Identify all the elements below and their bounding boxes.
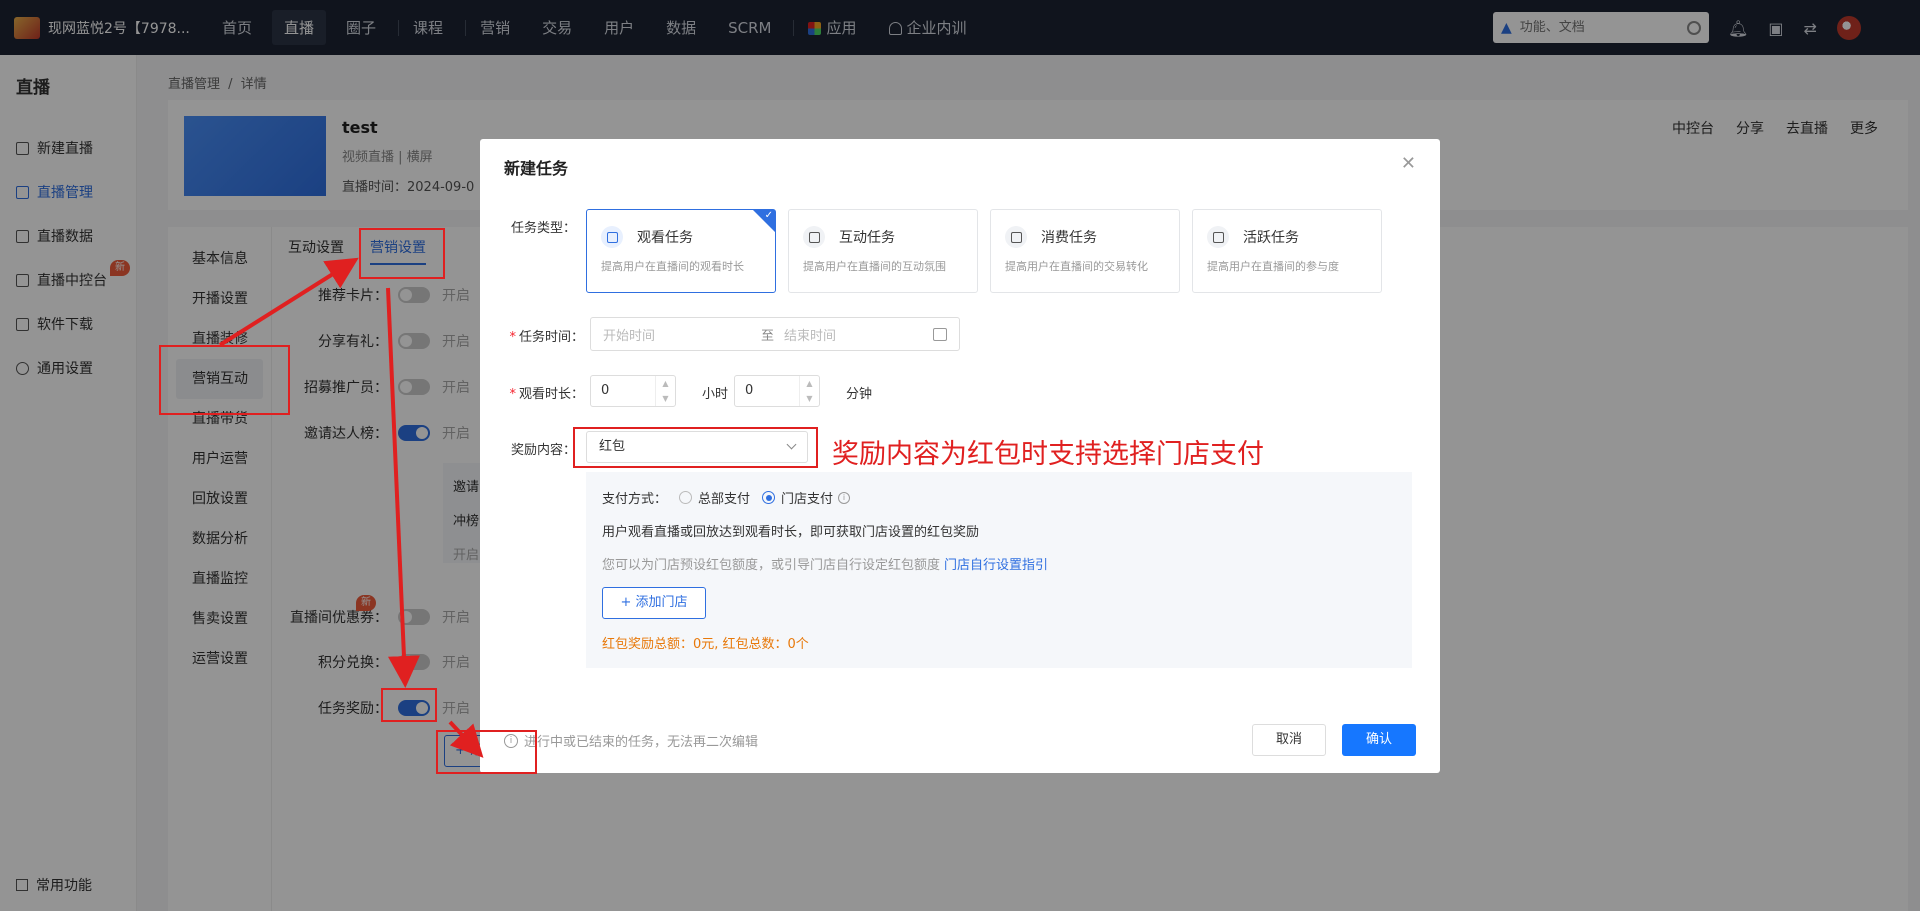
range-sep: 至 xyxy=(761,328,775,344)
annotation-box-add xyxy=(436,730,537,774)
reward-totals: 红包奖励总额：0元, 红包总数：0个 xyxy=(602,637,809,652)
pay-hq-radio[interactable] xyxy=(679,491,693,504)
hours-unit: 小时 xyxy=(702,387,729,402)
check-icon: ✓ xyxy=(764,210,773,221)
chat-icon xyxy=(803,226,825,248)
play-icon xyxy=(601,226,623,248)
pay-store-label[interactable]: 门店支付 xyxy=(781,488,833,507)
task-type-active[interactable]: 活跃任务 提高用户在直播间的参与度 xyxy=(1192,209,1382,293)
store-guide-link[interactable]: 门店自行设置指引 xyxy=(944,558,1048,573)
task-type-name: 消费任务 xyxy=(1041,230,1097,246)
annotation-text: 奖励内容为红包时支持选择门店支付 xyxy=(832,439,1264,470)
annotation-box-marketing-tab xyxy=(359,228,445,279)
flame-icon xyxy=(1207,226,1229,248)
receipt-icon xyxy=(1005,226,1027,248)
hours-input[interactable]: 0 ▲ ▼ xyxy=(590,375,676,407)
task-type-name: 互动任务 xyxy=(839,230,895,246)
close-icon[interactable]: ✕ xyxy=(1401,153,1416,174)
add-store-button[interactable]: + 添加门店 xyxy=(602,587,706,619)
reward-hint: 您可以为门店预设红包额度，或引导门店自行设定红包额度 门店自行设置指引 xyxy=(602,558,1049,573)
task-type-name: 观看任务 xyxy=(637,230,693,246)
reward-label: 奖励内容： xyxy=(510,443,576,458)
annotation-box-reward xyxy=(573,427,818,468)
task-type-desc: 提高用户在直播间的交易转化 xyxy=(1005,260,1148,273)
reward-config-panel: 支付方式： 总部支付 门店支付 i 用户观看直播或回放达到观看时长，即可获取门店… xyxy=(586,472,1412,668)
modal-title: 新建任务 xyxy=(504,159,569,178)
pay-method-row: 支付方式： 总部支付 门店支付 i xyxy=(602,488,1396,507)
cancel-button[interactable]: 取消 xyxy=(1252,724,1326,756)
task-time-label: * 任务时间： xyxy=(509,330,584,345)
task-type-consume[interactable]: 消费任务 提高用户在直播间的交易转化 xyxy=(990,209,1180,293)
task-type-label: 任务类型： xyxy=(510,221,576,236)
minutes-unit: 分钟 xyxy=(846,387,873,402)
reward-desc: 用户观看直播或回放达到观看时长，即可获取门店设置的红包奖励 xyxy=(602,525,980,540)
task-type-desc: 提高用户在直播间的参与度 xyxy=(1207,260,1339,273)
pay-hq-label[interactable]: 总部支付 xyxy=(698,488,750,507)
task-type-interact[interactable]: 互动任务 提高用户在直播间的互动氛围 xyxy=(788,209,978,293)
task-type-watch[interactable]: ✓ 观看任务 提高用户在直播间的观看时长 xyxy=(586,209,776,293)
annotation-box-toggle xyxy=(381,688,437,722)
task-time-range[interactable]: 开始时间 至 结束时间 xyxy=(590,317,960,351)
stepper-icon[interactable]: ▲ ▼ xyxy=(799,376,819,406)
confirm-button[interactable]: 确认 xyxy=(1342,724,1416,756)
pay-store-radio[interactable] xyxy=(762,491,776,504)
minutes-input[interactable]: 0 ▲ ▼ xyxy=(734,375,820,407)
info-icon[interactable]: i xyxy=(838,491,851,504)
footer-note: i 进行中或已结束的任务，无法再二次编辑 xyxy=(504,731,758,750)
task-type-name: 活跃任务 xyxy=(1243,230,1299,246)
calendar-icon xyxy=(933,327,947,341)
stepper-icon[interactable]: ▲ ▼ xyxy=(655,376,675,406)
annotation-box-subnav xyxy=(159,345,290,415)
pay-method-label: 支付方式： xyxy=(602,492,668,507)
task-type-cards: ✓ 观看任务 提高用户在直播间的观看时长 互动任务 提高用户在直播间的互动氛围 … xyxy=(586,209,1382,293)
task-type-desc: 提高用户在直播间的互动氛围 xyxy=(803,260,946,273)
end-time-input[interactable]: 结束时间 xyxy=(784,325,836,344)
watch-duration-label: * 观看时长： xyxy=(509,387,584,402)
task-type-desc: 提高用户在直播间的观看时长 xyxy=(601,260,744,273)
start-time-input[interactable]: 开始时间 xyxy=(603,325,743,344)
